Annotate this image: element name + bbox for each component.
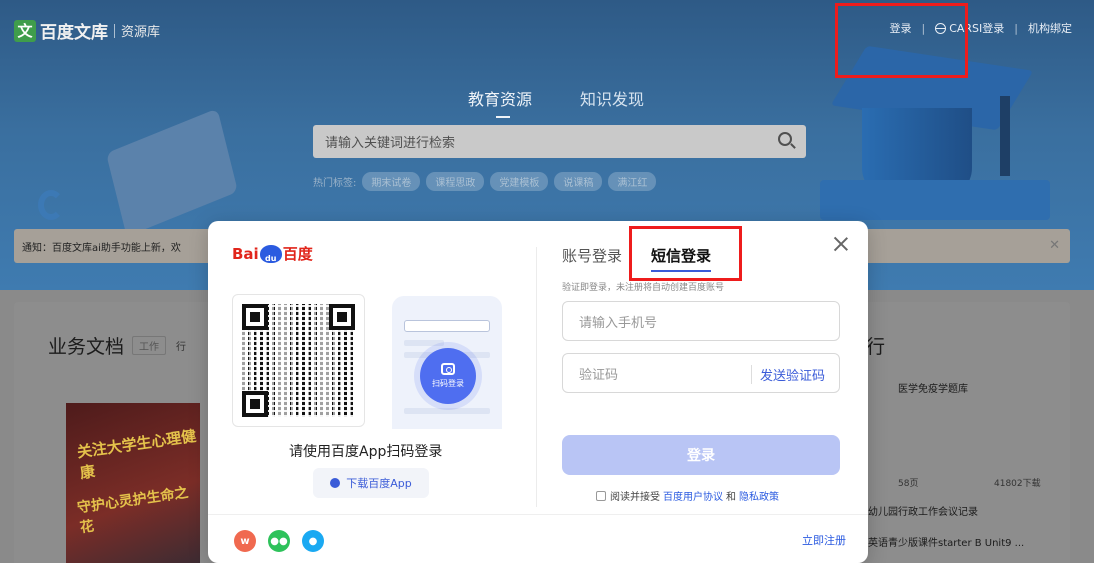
scan-hint: 请使用百度App扫码登录 xyxy=(289,444,443,460)
ranking-item[interactable]: 幼儿园行政工作会议记录 xyxy=(868,503,978,518)
phone-search-bar xyxy=(404,320,490,332)
code-field[interactable]: 验证码 发送验证码 xyxy=(562,353,840,393)
agree-and: 和 xyxy=(726,492,736,503)
close-icon[interactable]: ✕ xyxy=(1049,238,1060,253)
hot-tag[interactable]: 期末试卷 xyxy=(362,172,421,191)
scan-login-label: 扫码登录 xyxy=(432,379,464,388)
promo-banner[interactable]: 关注大学生心理健康 守护心灵护生命之花 xyxy=(66,403,200,563)
section-chip[interactable]: 工作 xyxy=(132,336,167,355)
hot-tags-label: 热门标签: xyxy=(313,178,357,189)
logo-du: 百度 xyxy=(282,245,313,263)
hot-tag[interactable]: 满江红 xyxy=(608,172,657,191)
weibo-icon[interactable]: w xyxy=(234,530,256,552)
footer-divider xyxy=(208,514,868,515)
baidu-paw-icon: du xyxy=(259,244,282,263)
nav-divider: | xyxy=(1014,21,1018,35)
qr-code-image xyxy=(242,304,355,417)
ranking-item[interactable]: 英语青少版课件starter B Unit9 ... xyxy=(868,534,1024,549)
site-logo[interactable]: 文 百度文库 资源库 xyxy=(14,18,160,43)
page-count: 58页 xyxy=(898,479,919,489)
ranking-title: 行 xyxy=(866,336,886,358)
modal-divider xyxy=(536,247,537,507)
annotation-box-login xyxy=(835,3,968,78)
hot-tag[interactable]: 党建模板 xyxy=(490,172,549,191)
hot-tag[interactable]: 说课稿 xyxy=(554,172,603,191)
search-input[interactable]: 请输入关键词进行检索 xyxy=(313,125,806,158)
baidu-logo: Bai du 百度 xyxy=(232,243,313,264)
ranking-item[interactable]: 医学免疫学题库 xyxy=(898,380,968,395)
swirl-illustration xyxy=(38,190,64,220)
tab-account-login[interactable]: 账号登录 xyxy=(562,245,622,266)
banner-line: 守护心灵护生命之花 xyxy=(76,484,190,537)
logo-subtitle: 资源库 xyxy=(121,25,161,40)
privacy-policy-link[interactable]: 隐私政策 xyxy=(739,488,779,503)
agreement: 阅读并接受 百度用户协议 和 隐私政策 xyxy=(596,488,782,503)
sms-hint: 验证即登录，未注册将自动创建百度账号 xyxy=(562,283,725,293)
books-illustration xyxy=(820,180,1050,220)
hot-tag[interactable]: 课程思政 xyxy=(426,172,485,191)
agree-text: 阅读并接受 xyxy=(610,492,660,503)
document-illustration xyxy=(105,108,239,237)
phone-illustration: 扫码登录 xyxy=(392,296,502,429)
register-link[interactable]: 立即注册 xyxy=(802,532,846,548)
section-chip[interactable]: 行 xyxy=(176,338,186,353)
phone-placeholder: 请输入手机号 xyxy=(579,315,658,331)
section-title: 业务文档 工作 行 xyxy=(48,332,186,359)
social-login: w ●● ● xyxy=(234,530,324,552)
phone-field[interactable]: 请输入手机号 xyxy=(562,301,840,341)
hero-tabs: 教育资源 知识发现 xyxy=(468,86,644,118)
download-app-button[interactable]: 下载百度App xyxy=(313,468,429,498)
section-title-text: 业务文档 xyxy=(48,336,125,358)
baidu-paw-icon xyxy=(330,478,341,488)
hot-tags: 热门标签: 期末试卷 课程思政 党建模板 说课稿 满江红 xyxy=(313,172,657,191)
code-placeholder: 验证码 xyxy=(579,367,619,383)
wenku-logo-icon: 文 xyxy=(14,19,36,42)
tab-education-resources[interactable]: 教育资源 xyxy=(468,86,532,118)
tab-knowledge-discovery[interactable]: 知识发现 xyxy=(580,86,644,110)
download-app-label: 下载百度App xyxy=(346,477,412,490)
user-agreement-link[interactable]: 百度用户协议 xyxy=(663,488,723,503)
send-code-button[interactable]: 发送验证码 xyxy=(750,365,825,384)
notice-text: 通知：百度文库ai助手功能上新，欢 xyxy=(22,242,181,254)
camera-icon xyxy=(441,363,455,375)
logo-text: 百度文库 xyxy=(40,23,108,43)
annotation-box-sms xyxy=(629,226,742,281)
login-button[interactable]: 登录 xyxy=(562,435,840,475)
qq-icon[interactable]: ● xyxy=(302,530,324,552)
search-placeholder: 请输入关键词进行检索 xyxy=(325,136,456,151)
search-icon[interactable] xyxy=(778,132,792,146)
scan-login-badge: 扫码登录 xyxy=(420,348,476,404)
logo-bai: Bai xyxy=(232,244,259,263)
logo-divider xyxy=(114,23,115,38)
banner-line: 关注大学生心理健康 xyxy=(75,426,198,483)
download-count: 41802下载 xyxy=(994,479,1041,489)
org-bind-link[interactable]: 机构绑定 xyxy=(1028,20,1072,36)
close-icon[interactable] xyxy=(832,235,850,253)
wechat-icon[interactable]: ●● xyxy=(268,530,290,552)
qr-code xyxy=(232,294,365,427)
agree-checkbox[interactable] xyxy=(596,490,606,501)
login-modal: Bai du 百度 扫码登录 请使用百度App扫码登录 下载百度App 账号登录… xyxy=(208,221,868,563)
